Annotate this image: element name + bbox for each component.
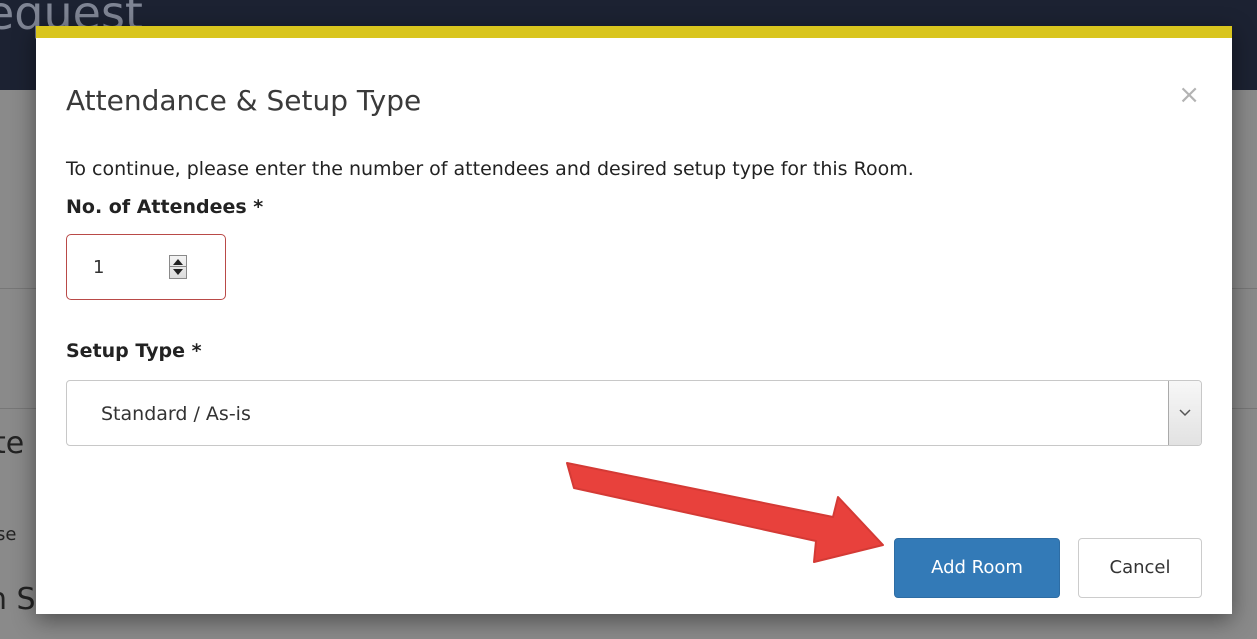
attendees-label: No. of Attendees * — [66, 196, 264, 218]
background-text-fragment: te — [0, 426, 25, 461]
increment-arrow-icon[interactable] — [173, 259, 183, 265]
setup-type-label: Setup Type * — [66, 340, 202, 362]
attendees-number-input[interactable]: 1 — [66, 234, 226, 300]
dialog-title: Attendance & Setup Type — [66, 84, 422, 117]
close-icon[interactable]: × — [1178, 82, 1200, 108]
background-text-fragment: n S — [0, 582, 36, 617]
chevron-down-icon — [1179, 409, 1191, 417]
add-room-button[interactable]: Add Room — [894, 538, 1060, 598]
dialog-instructions: To continue, please enter the number of … — [66, 158, 914, 180]
dropdown-toggle[interactable] — [1168, 381, 1201, 445]
background-text-fragment: se — [0, 524, 17, 545]
attendance-setup-dialog: Attendance & Setup Type × To continue, p… — [36, 26, 1232, 614]
attendees-value: 1 — [93, 257, 105, 278]
setup-type-select[interactable]: Standard / As-is — [66, 380, 1202, 446]
spinner-icon[interactable] — [169, 255, 187, 279]
decrement-arrow-icon[interactable] — [173, 269, 183, 275]
setup-type-value: Standard / As-is — [101, 403, 251, 425]
cancel-button[interactable]: Cancel — [1078, 538, 1202, 598]
